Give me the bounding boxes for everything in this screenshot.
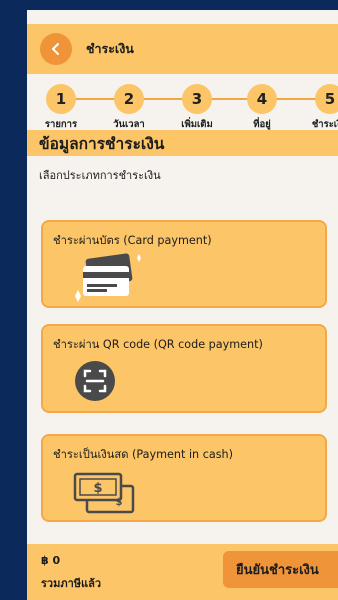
back-button[interactable] xyxy=(40,33,72,65)
step-indicator: 1 รายการ 2 วันเวลา 3 เพิ่มเติม 4 ที่อยู่… xyxy=(27,74,338,130)
section-title: ข้อมูลการชำระเงิน xyxy=(27,130,338,156)
step-1[interactable]: 1 รายการ xyxy=(31,84,91,132)
option-label: ชำระเป็นเงินสด (Payment in cash) xyxy=(53,448,233,461)
step-number: 1 xyxy=(46,84,76,114)
credit-card-icon xyxy=(75,253,141,302)
step-2[interactable]: 2 วันเวลา xyxy=(99,84,159,132)
payment-footer: ฿ 0 รวมภาษีแล้ว ยืนยันชำระเงิน xyxy=(27,544,338,600)
step-3[interactable]: 3 เพิ่มเติม xyxy=(167,84,227,132)
chevron-left-icon xyxy=(52,43,59,55)
payment-screen: ชำระเงิน 1 รายการ 2 วันเวลา 3 เพิ่มเติม … xyxy=(27,10,338,600)
step-number: 4 xyxy=(247,84,277,114)
qr-payment-option[interactable]: ชำระผ่าน QR code (QR code payment) xyxy=(41,324,327,413)
confirm-payment-button[interactable]: ยืนยันชำระเงิน xyxy=(223,551,338,588)
step-5[interactable]: 5 ชำระเงิน xyxy=(300,84,338,132)
step-label: เพิ่มเติม xyxy=(181,119,213,130)
step-number: 2 xyxy=(114,84,144,114)
option-label: ชำระผ่าน QR code (QR code payment) xyxy=(53,338,263,351)
page-title: ชำระเงิน xyxy=(86,41,134,56)
status-bar xyxy=(27,10,338,24)
total-amount: ฿ 0 xyxy=(41,554,61,567)
card-payment-option[interactable]: ชำระผ่านบัตร (Card payment) xyxy=(41,220,327,308)
svg-text:$: $ xyxy=(93,481,102,496)
step-label: วันเวลา xyxy=(113,119,145,130)
svg-text:$: $ xyxy=(116,497,123,508)
step-number: 3 xyxy=(182,84,212,114)
option-label: ชำระผ่านบัตร (Card payment) xyxy=(53,234,212,247)
cash-icon: $ $ xyxy=(73,472,135,514)
step-number: 5 xyxy=(315,84,338,114)
step-label: ที่อยู่ xyxy=(253,119,271,130)
step-label: รายการ xyxy=(44,119,78,130)
cash-payment-option[interactable]: ชำระเป็นเงินสด (Payment in cash) $ $ xyxy=(41,434,327,522)
step-label: ชำระเงิน xyxy=(311,119,338,130)
step-4[interactable]: 4 ที่อยู่ xyxy=(232,84,292,132)
tax-included-label: รวมภาษีแล้ว xyxy=(41,577,102,590)
payment-type-label: เลือกประเภทการชำระเงิน xyxy=(39,169,161,182)
qr-scan-icon xyxy=(75,361,115,401)
app-header: ชำระเงิน xyxy=(27,24,338,74)
